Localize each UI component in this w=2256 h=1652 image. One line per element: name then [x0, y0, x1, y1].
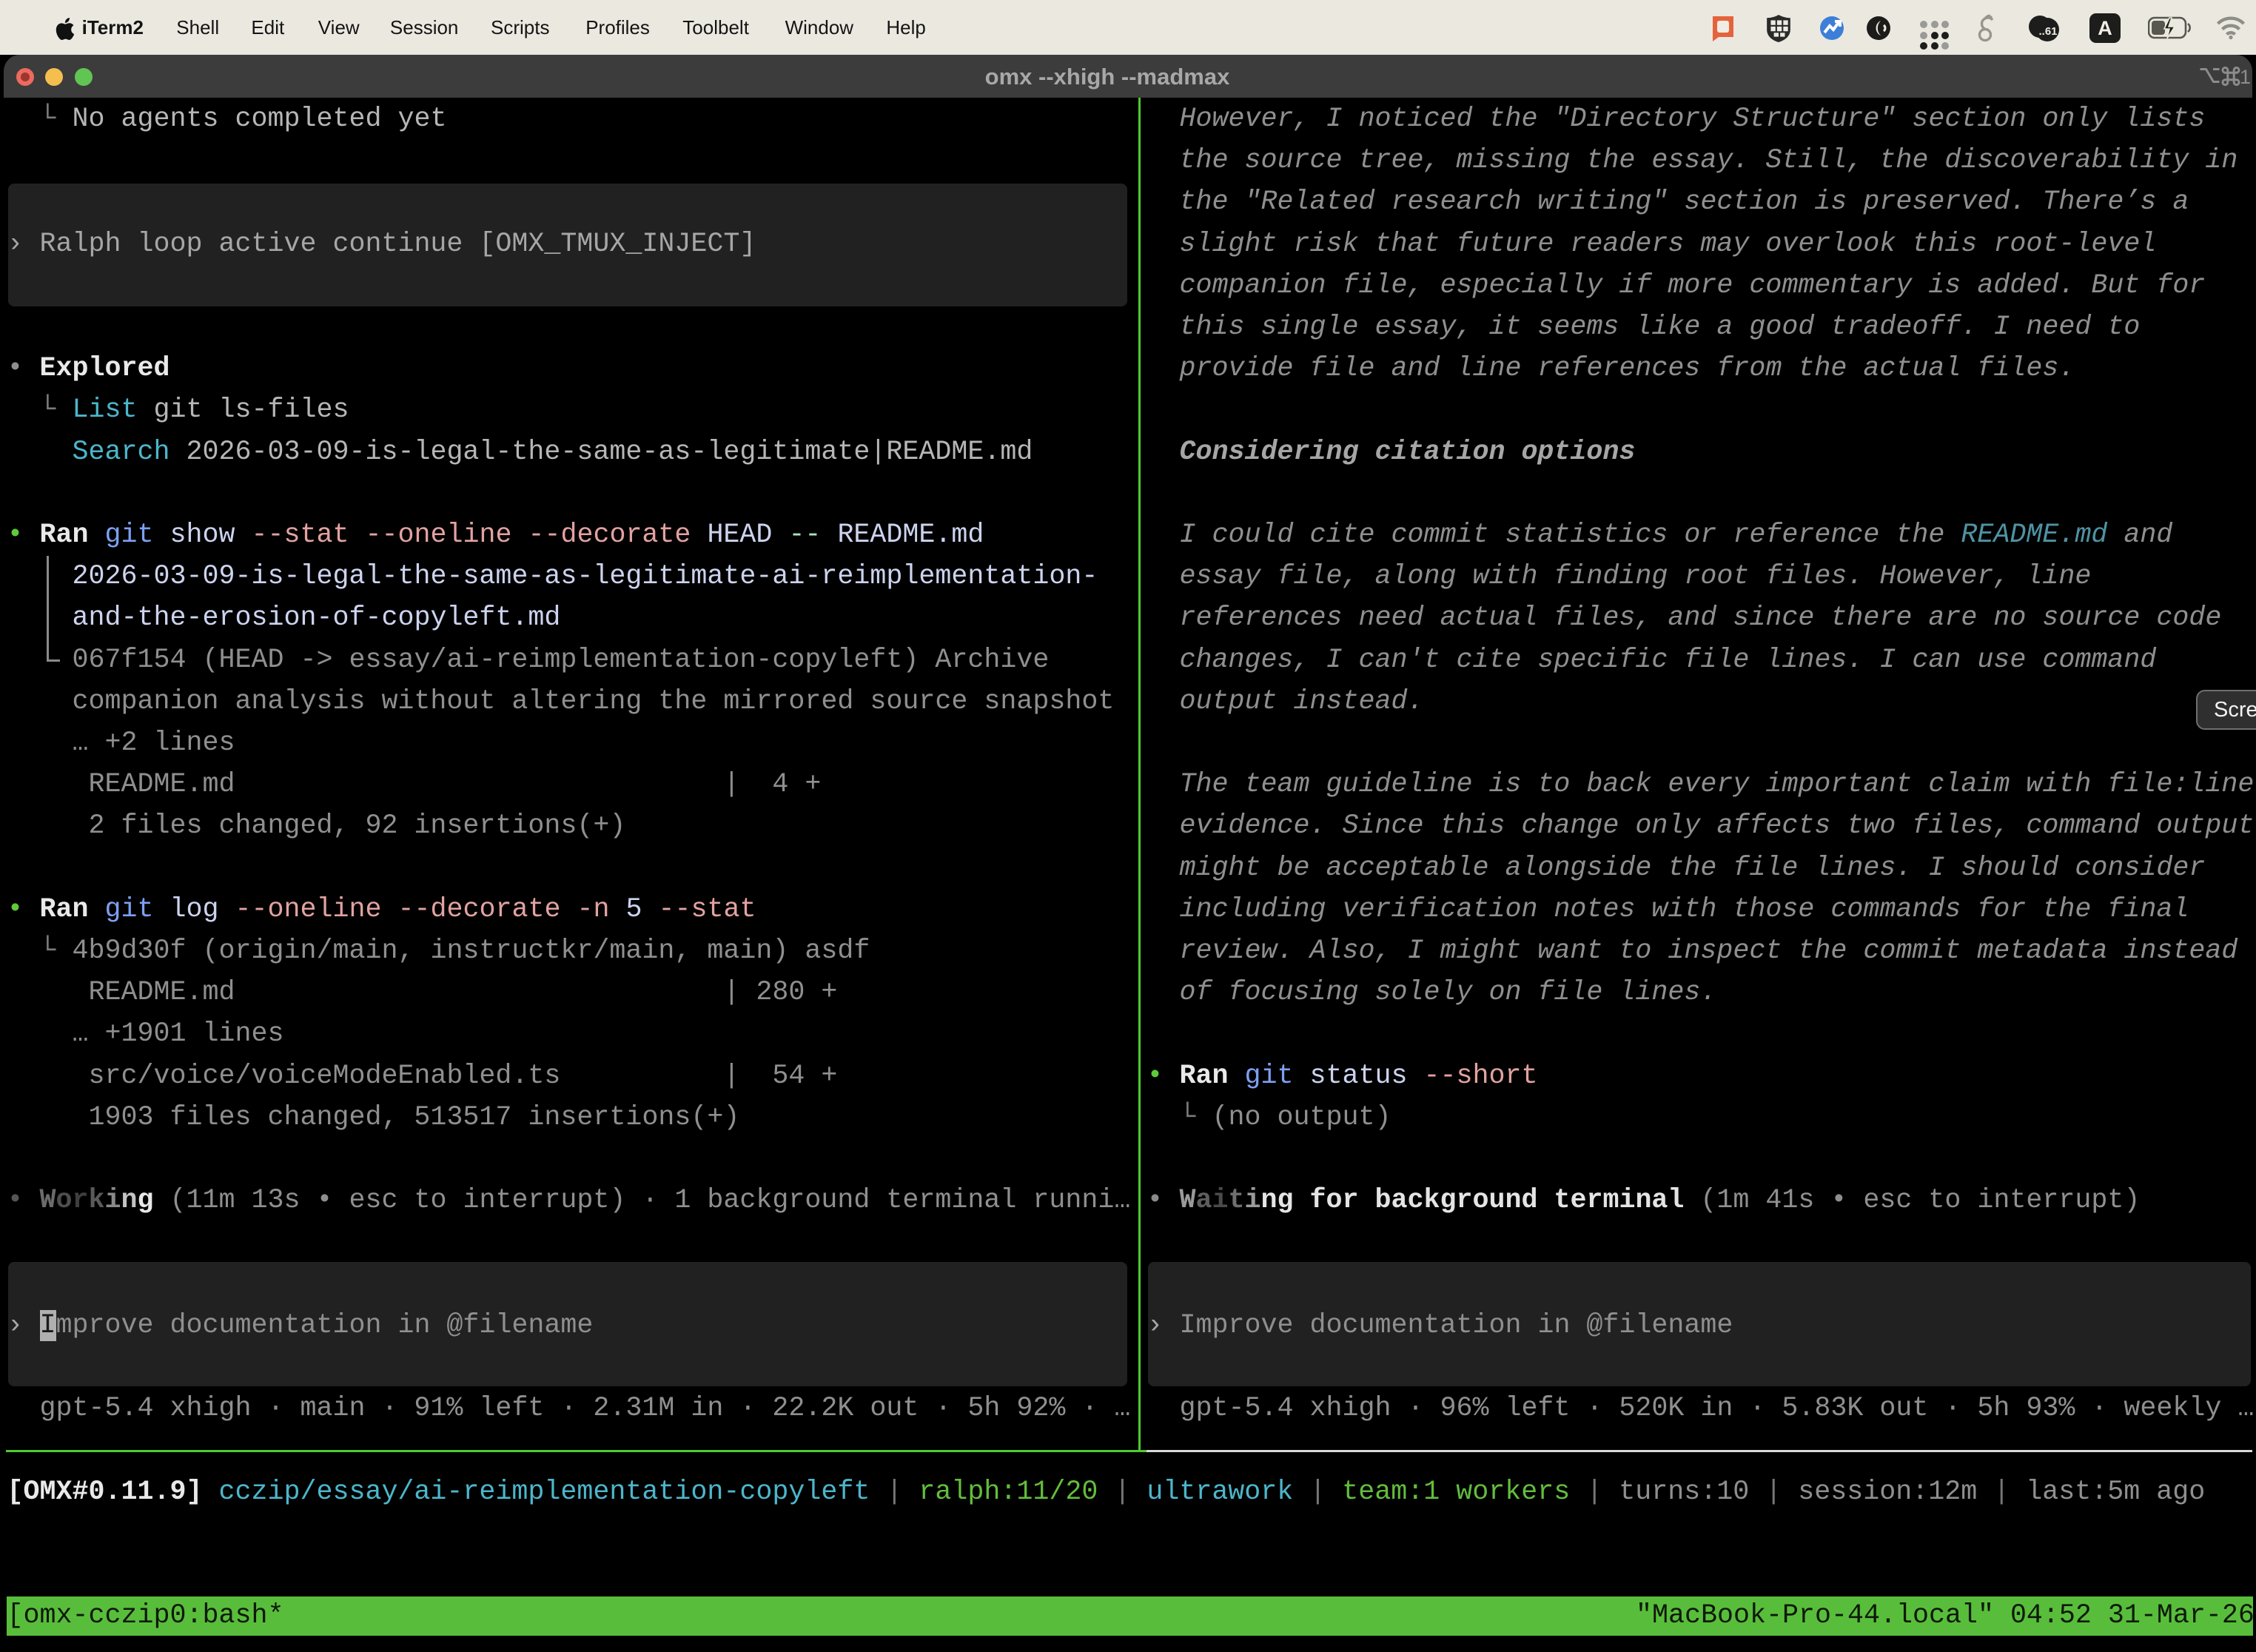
svg-text:..61: ..61	[2038, 25, 2057, 38]
svg-text:1: 1	[2240, 66, 2251, 88]
